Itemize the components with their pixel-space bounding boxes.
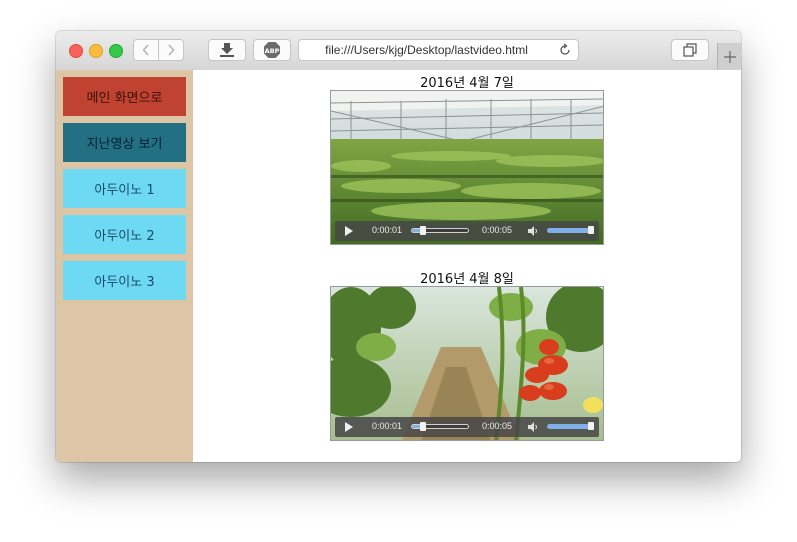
adblock-button[interactable]: ABP bbox=[253, 39, 291, 61]
reload-icon[interactable] bbox=[558, 43, 572, 57]
volume-slider[interactable] bbox=[547, 226, 594, 234]
volume-icon[interactable] bbox=[528, 422, 538, 432]
tabs-overview-button[interactable] bbox=[671, 39, 709, 61]
volume-slider[interactable] bbox=[547, 422, 594, 430]
volume-icon[interactable] bbox=[528, 226, 538, 236]
video-controls: 0:00:01 0:00:05 bbox=[335, 417, 599, 437]
minimize-window-button[interactable] bbox=[89, 44, 103, 58]
play-icon[interactable] bbox=[344, 422, 354, 432]
volume-thumb[interactable] bbox=[588, 226, 594, 234]
duration: 0:00:05 bbox=[482, 225, 513, 235]
progress-bar[interactable] bbox=[411, 226, 469, 235]
close-window-button[interactable] bbox=[69, 44, 83, 58]
navigation-buttons bbox=[133, 39, 185, 61]
svg-text:ABP: ABP bbox=[265, 47, 280, 55]
address-bar[interactable]: file:///Users/kjg/Desktop/lastvideo.html bbox=[298, 39, 579, 61]
back-button[interactable] bbox=[133, 39, 159, 61]
adblock-icon: ABP bbox=[264, 42, 280, 58]
current-time: 0:00:01 bbox=[372, 225, 403, 235]
main-screen-button[interactable]: 메인 화면으로 bbox=[63, 77, 186, 116]
past-videos-button[interactable]: 지난영상 보기 bbox=[63, 123, 186, 162]
zoom-window-button[interactable] bbox=[109, 44, 123, 58]
sidebar: 메인 화면으로 지난영상 보기 아두이노 1 아두이노 2 아두이노 3 bbox=[56, 70, 193, 462]
progress-thumb[interactable] bbox=[420, 226, 427, 235]
video-player[interactable]: 0:00:01 0:00:05 bbox=[330, 90, 604, 245]
forward-button[interactable] bbox=[158, 39, 184, 61]
tabs-icon bbox=[683, 43, 697, 57]
progress-thumb[interactable] bbox=[420, 422, 427, 431]
play-icon[interactable] bbox=[344, 226, 354, 236]
new-tab-button[interactable] bbox=[717, 43, 741, 70]
main-content: 2016년 4월 7일 0:00:01 0:00:05 2016년 4월 8일 … bbox=[193, 70, 741, 462]
arduino-3-button[interactable]: 아두이노 3 bbox=[63, 261, 186, 300]
chevron-left-icon bbox=[142, 44, 149, 56]
video-date-title: 2016년 4월 8일 bbox=[420, 272, 514, 287]
video-date-title: 2016년 4월 7일 bbox=[420, 76, 514, 91]
duration: 0:00:05 bbox=[482, 421, 513, 431]
chevron-right-icon bbox=[168, 44, 175, 56]
title-bar: ABP file:///Users/kjg/Desktop/lastvideo.… bbox=[56, 31, 741, 71]
url-text: file:///Users/kjg/Desktop/lastvideo.html bbox=[325, 43, 528, 57]
arduino-2-button[interactable]: 아두이노 2 bbox=[63, 215, 186, 254]
plus-icon bbox=[724, 50, 736, 63]
downloads-button[interactable] bbox=[208, 39, 246, 61]
progress-bar[interactable] bbox=[411, 422, 469, 431]
volume-thumb[interactable] bbox=[588, 422, 594, 430]
video-player[interactable]: 0:00:01 0:00:05 bbox=[330, 286, 604, 441]
current-time: 0:00:01 bbox=[372, 421, 403, 431]
video-controls: 0:00:01 0:00:05 bbox=[335, 221, 599, 241]
download-icon bbox=[220, 43, 234, 57]
browser-window: ABP file:///Users/kjg/Desktop/lastvideo.… bbox=[56, 31, 741, 462]
arduino-1-button[interactable]: 아두이노 1 bbox=[63, 169, 186, 208]
